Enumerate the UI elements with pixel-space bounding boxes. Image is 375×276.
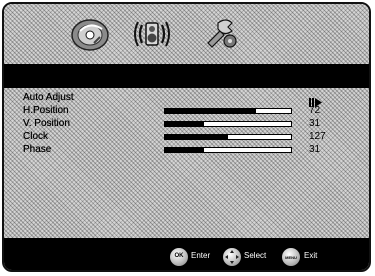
navigation-pad-icon[interactable] [223, 248, 241, 266]
v-position-slider[interactable] [164, 121, 292, 127]
h-position-slider[interactable] [164, 108, 292, 114]
footer-bar: OK Enter Select MENU Exit [4, 238, 369, 270]
menu-title-bar [4, 64, 369, 88]
clock-value: 127 [309, 131, 326, 142]
enter-arrow-icon [309, 94, 323, 107]
picture-disc-icon[interactable] [70, 13, 110, 53]
speaker-icon[interactable] [132, 13, 172, 53]
phase-slider[interactable] [164, 147, 292, 153]
menu-item-auto-adjust[interactable]: Auto Adjust [4, 92, 369, 107]
exit-label: Exit [304, 251, 318, 260]
ok-button-icon[interactable]: OK [170, 248, 188, 266]
menu-item-label: H.Position [23, 105, 69, 116]
menu-item-phase[interactable]: Phase 31 [4, 144, 369, 156]
enter-label: Enter [191, 251, 211, 260]
osd-menu: Auto Adjust H.Position 72 V. Position 31 [2, 2, 371, 272]
menu-tab-bar [4, 4, 369, 64]
select-label: Select [244, 251, 267, 260]
menu-item-h-position[interactable]: H.Position 72 [4, 105, 369, 117]
menu-item-label: V. Position [23, 118, 70, 129]
v-position-value: 31 [309, 118, 321, 129]
menu-item-label: Clock [23, 131, 49, 142]
phase-value: 31 [309, 144, 321, 155]
menu-content: Auto Adjust H.Position 72 V. Position 31 [4, 88, 369, 238]
clock-slider[interactable] [164, 134, 292, 140]
h-position-value: 72 [309, 105, 321, 116]
tools-icon[interactable] [202, 13, 242, 53]
menu-item-label: Phase [23, 144, 52, 155]
menu-item-label: Auto Adjust [23, 92, 74, 103]
menu-button-icon[interactable]: MENU [282, 248, 300, 266]
menu-item-clock[interactable]: Clock 127 [4, 131, 369, 143]
menu-item-v-position[interactable]: V. Position 31 [4, 118, 369, 130]
